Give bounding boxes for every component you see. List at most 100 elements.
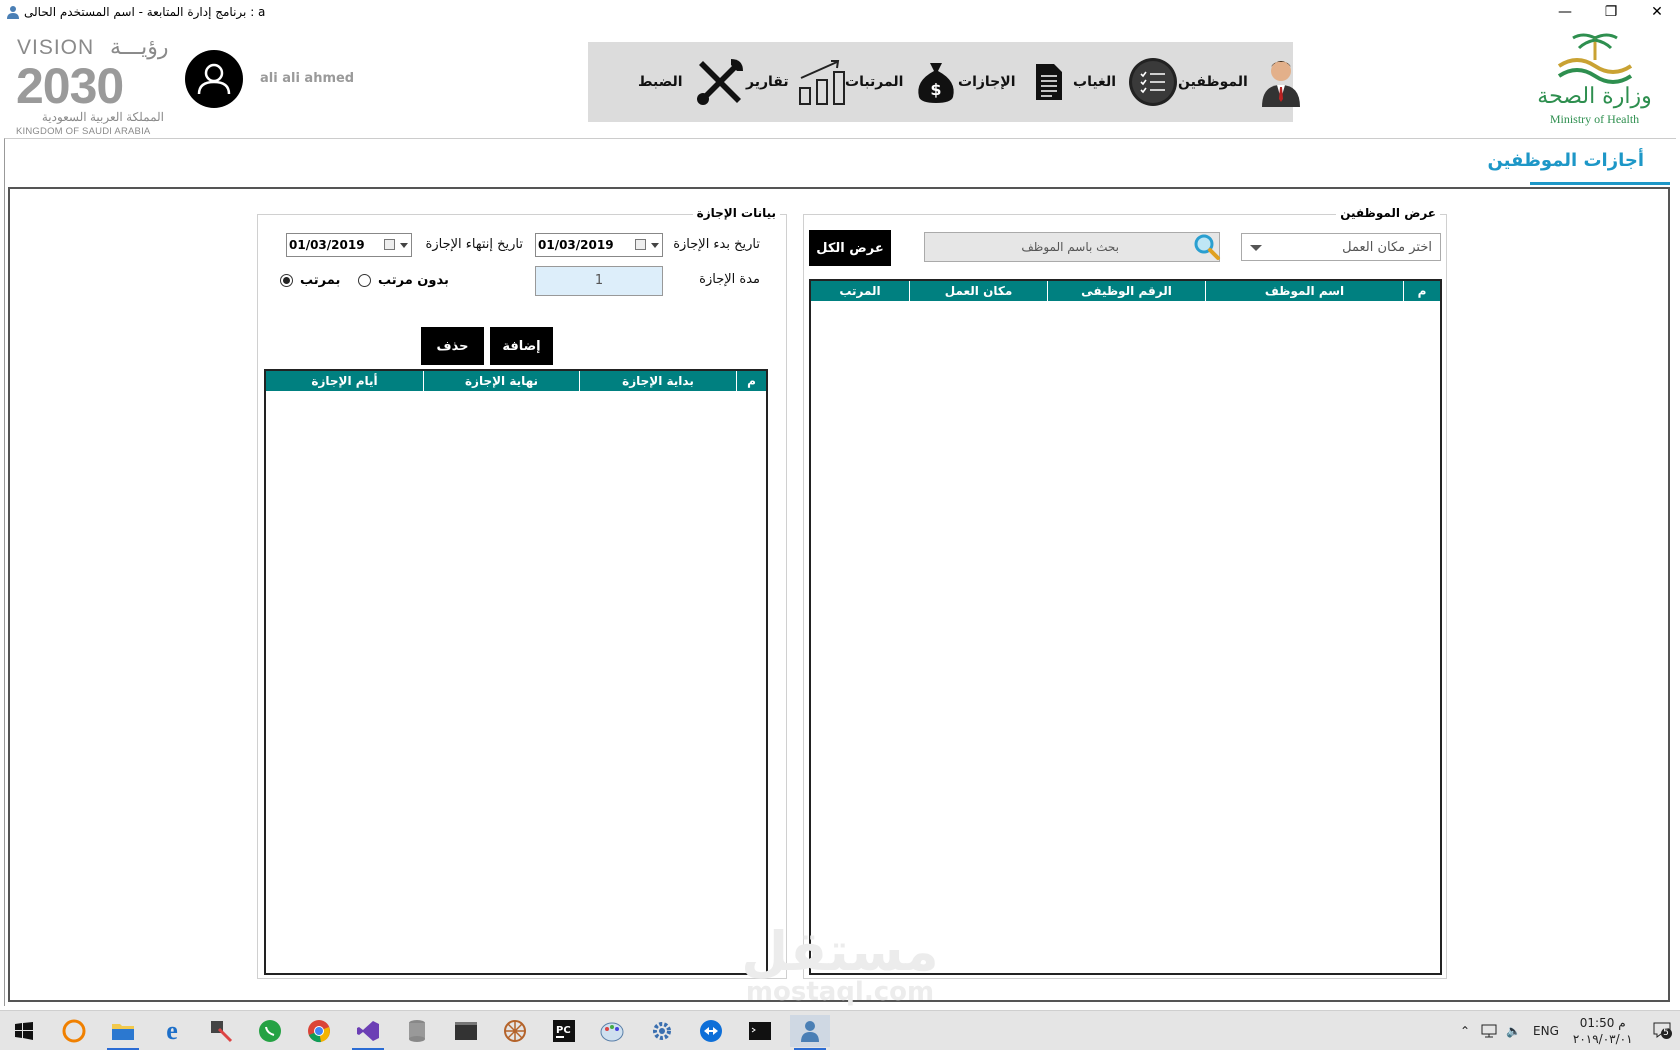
watermark: مستقل mostaql.com bbox=[735, 920, 945, 1007]
vision-2030-logo: VISION رؤيـــة 2030 المملكة العربية السع… bbox=[14, 32, 169, 137]
ministry-name-en: Ministry of Health bbox=[1549, 112, 1640, 126]
col-employee-name[interactable]: اسم الموظف bbox=[1205, 281, 1403, 301]
paint-icon[interactable] bbox=[593, 1015, 633, 1047]
col-leave-end[interactable]: نهاية الإجازة bbox=[423, 371, 579, 391]
col-employee-number[interactable]: الرقم الوظيفى bbox=[1047, 281, 1205, 301]
volume-icon[interactable]: 🔈 bbox=[1506, 1024, 1521, 1038]
with-salary-label: بمرتب bbox=[300, 273, 341, 288]
teamviewer-icon[interactable] bbox=[691, 1015, 731, 1047]
nav-leaves-label: الإجازات bbox=[958, 74, 1016, 90]
col-index[interactable]: م bbox=[736, 371, 766, 391]
with-salary-option[interactable]: بمرتب bbox=[280, 273, 340, 288]
windows-start-icon[interactable] bbox=[4, 1015, 44, 1047]
clock[interactable]: 01:50 م ٢٠١٩/٠٣/٠١ bbox=[1573, 1015, 1633, 1047]
settings-app-icon[interactable] bbox=[642, 1015, 682, 1047]
whatsapp-icon[interactable] bbox=[250, 1015, 290, 1047]
tools-app-icon[interactable] bbox=[201, 1015, 241, 1047]
user-avatar-icon[interactable] bbox=[185, 50, 243, 108]
nav-settings[interactable]: الضبط bbox=[638, 42, 745, 122]
employee-icon bbox=[1261, 61, 1300, 107]
edge-icon[interactable]: e bbox=[152, 1015, 192, 1047]
restore-button[interactable]: ❐ bbox=[1588, 0, 1634, 24]
employee-search-input[interactable]: بحث باسم الموظف bbox=[924, 232, 1220, 262]
visual-studio-icon[interactable] bbox=[348, 1015, 388, 1050]
without-salary-radio[interactable] bbox=[358, 274, 371, 287]
nav-salaries[interactable]: المرتبات $ bbox=[845, 42, 959, 122]
search-placeholder: بحث باسم الموظف bbox=[1021, 240, 1119, 254]
network-icon[interactable] bbox=[495, 1015, 535, 1047]
leaves-grid[interactable]: م بداية الإجازة نهاية الإجازة أيام الإجا… bbox=[264, 369, 768, 975]
nav-reports[interactable]: تقارير bbox=[746, 42, 849, 122]
language-indicator[interactable]: ENG bbox=[1533, 1024, 1559, 1038]
network-status-icon[interactable] bbox=[1480, 1023, 1498, 1039]
pycharm-icon[interactable]: PC bbox=[544, 1015, 584, 1047]
workplace-placeholder: اختر مكان العمل bbox=[1342, 240, 1432, 255]
nav-leaves[interactable]: الإجازات bbox=[958, 42, 1064, 122]
nav-absence-label: الغياب bbox=[1073, 74, 1116, 90]
employees-groupbox-title: عرض الموظفين bbox=[1336, 206, 1440, 220]
watermark-arabic: مستقل bbox=[741, 920, 939, 983]
close-button[interactable]: ✕ bbox=[1634, 0, 1680, 24]
employees-grid[interactable]: م اسم الموظف الرقم الوظيفى مكان العمل ال… bbox=[809, 279, 1442, 975]
radio-selected-dot bbox=[283, 277, 290, 284]
database-icon[interactable] bbox=[397, 1015, 437, 1047]
employees-groupbox: عرض الموظفين اختر مكان العمل بحث باسم ال… bbox=[803, 206, 1447, 979]
leave-groupbox: بيانات الإجازة تاريخ بدء الإجازة 01/03/2… bbox=[257, 206, 787, 979]
start-date-value: 01/03/2019 bbox=[538, 238, 614, 252]
col-index[interactable]: م bbox=[1403, 281, 1440, 301]
add-leave-button[interactable]: إضافة bbox=[490, 327, 553, 365]
ministry-name-ar: وزارة الصحة bbox=[1537, 84, 1652, 109]
start-date-picker[interactable]: 01/03/2019 bbox=[535, 233, 663, 257]
nav-absence[interactable]: الغياب bbox=[1073, 42, 1178, 122]
workplace-combo[interactable]: اختر مكان العمل bbox=[1241, 233, 1441, 261]
col-leave-days[interactable]: أيام الإجازة bbox=[266, 371, 423, 391]
nav-reports-label: تقارير bbox=[746, 74, 789, 90]
system-tray: ⌃ 🔈 ENG 01:50 م ٢٠١٩/٠٣/٠١ 5 bbox=[1460, 1011, 1673, 1051]
notification-center-icon[interactable]: 5 bbox=[1653, 1022, 1673, 1040]
kingdom-en: KINGDOM OF SAUDI ARABIA bbox=[16, 126, 151, 137]
username-label: ali ali ahmed bbox=[260, 71, 355, 86]
svg-text:$: $ bbox=[931, 80, 942, 99]
delete-leave-button[interactable]: حذف bbox=[421, 327, 484, 365]
bar-chart-icon bbox=[798, 60, 845, 105]
chevron-up-icon[interactable]: ⌃ bbox=[1460, 1024, 1470, 1038]
show-all-button[interactable]: عرض الكل bbox=[809, 230, 891, 266]
ministry-of-health-logo: وزارة الصحة Ministry of Health bbox=[1537, 30, 1652, 130]
nav-employees[interactable]: الموظفين bbox=[1178, 42, 1304, 122]
end-date-picker[interactable]: 01/03/2019 bbox=[286, 233, 412, 257]
kingdom-ar: المملكة العربية السعودية bbox=[41, 110, 164, 124]
eclipse-icon[interactable] bbox=[54, 1015, 94, 1047]
chevron-down-icon bbox=[400, 243, 408, 248]
duration-field[interactable]: 1 bbox=[535, 266, 663, 296]
clock-time: 01:50 م bbox=[1579, 1016, 1626, 1030]
terminal-icon[interactable] bbox=[446, 1015, 486, 1047]
money-bag-icon: $ bbox=[918, 63, 955, 103]
header: VISION رؤيـــة 2030 المملكة العربية السع… bbox=[0, 26, 1680, 138]
col-leave-start[interactable]: بداية الإجازة bbox=[579, 371, 736, 391]
page-title: أجازات الموظفين bbox=[1487, 150, 1644, 171]
svg-text:PC: PC bbox=[556, 1025, 571, 1036]
with-salary-radio[interactable] bbox=[280, 274, 293, 287]
search-icon[interactable] bbox=[1193, 233, 1221, 261]
col-workplace[interactable]: مكان العمل bbox=[909, 281, 1047, 301]
file-explorer-icon[interactable] bbox=[103, 1015, 143, 1050]
content-area: عرض الموظفين اختر مكان العمل بحث باسم ال… bbox=[8, 187, 1670, 1002]
main-navigation: الموظفين الغياب الإجازات المرتبات $ تقار… bbox=[588, 42, 1300, 122]
calendar-icon bbox=[635, 239, 646, 250]
without-salary-option[interactable]: بدون مرتب bbox=[358, 273, 449, 288]
col-salary[interactable]: المرتب bbox=[811, 281, 909, 301]
cmd-icon[interactable] bbox=[740, 1015, 780, 1047]
nav-salaries-label: المرتبات bbox=[845, 74, 904, 90]
tools-icon bbox=[696, 59, 743, 105]
chevron-down-icon bbox=[1250, 245, 1262, 251]
active-app-icon[interactable] bbox=[790, 1015, 830, 1050]
minimize-button[interactable]: — bbox=[1542, 0, 1588, 24]
vision-year: 2030 bbox=[16, 58, 124, 114]
calendar-icon bbox=[384, 239, 395, 250]
nav-employees-label: الموظفين bbox=[1178, 74, 1248, 90]
leave-groupbox-title: بيانات الإجازة bbox=[692, 206, 780, 220]
app-icon bbox=[7, 6, 19, 19]
watermark-latin: mostaql.com bbox=[745, 977, 935, 1007]
chrome-icon[interactable] bbox=[299, 1015, 339, 1047]
start-date-label: تاريخ بدء الإجازة bbox=[673, 237, 760, 252]
